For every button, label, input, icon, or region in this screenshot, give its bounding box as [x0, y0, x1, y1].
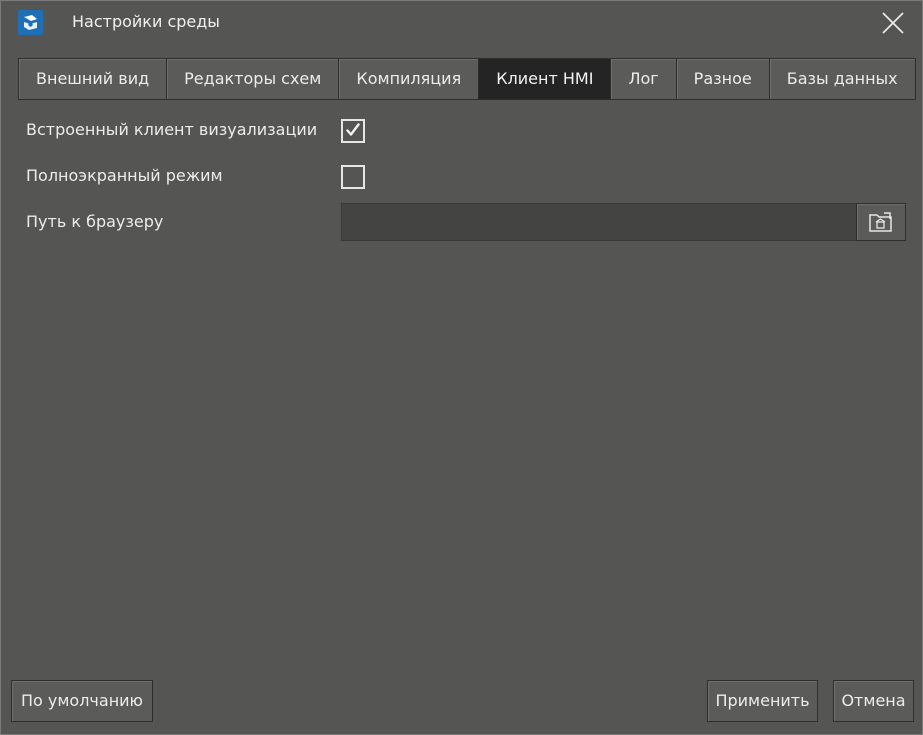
browse-button[interactable] — [856, 203, 906, 241]
checkmark-icon — [346, 123, 360, 136]
tab-misc[interactable]: Разное — [675, 58, 770, 100]
tab-hmi-client[interactable]: Клиент HMI — [478, 58, 612, 100]
title-bar: Настройки среды — [1, 1, 922, 45]
tab-appearance[interactable]: Внешний вид — [18, 58, 168, 100]
app-logo-icon — [18, 10, 43, 35]
settings-dialog: Настройки среды Внешний вид Редакторы сх… — [0, 0, 923, 735]
tab-log[interactable]: Лог — [610, 58, 677, 100]
browser-path-label: Путь к браузеру — [26, 212, 164, 231]
folder-browse-icon — [869, 212, 892, 232]
settings-tabs: Внешний вид Редакторы схем Компиляция Кл… — [18, 58, 916, 100]
window-title: Настройки среды — [72, 12, 220, 31]
close-icon — [882, 12, 904, 34]
apply-button[interactable]: Применить — [707, 680, 818, 722]
embedded-client-label: Встроенный клиент визуализации — [26, 120, 318, 139]
defaults-button[interactable]: По умолчанию — [11, 680, 153, 722]
tab-compilation[interactable]: Компиляция — [338, 58, 480, 100]
tab-schema-editors[interactable]: Редакторы схем — [166, 58, 340, 100]
fullscreen-checkbox[interactable] — [341, 165, 365, 189]
fullscreen-label: Полноэкранный режим — [26, 166, 223, 185]
browser-path-input[interactable] — [341, 203, 870, 241]
close-button[interactable] — [879, 9, 907, 37]
cancel-button[interactable]: Отмена — [833, 680, 914, 722]
tab-databases[interactable]: Базы данных — [768, 58, 916, 100]
embedded-client-checkbox[interactable] — [341, 119, 365, 143]
